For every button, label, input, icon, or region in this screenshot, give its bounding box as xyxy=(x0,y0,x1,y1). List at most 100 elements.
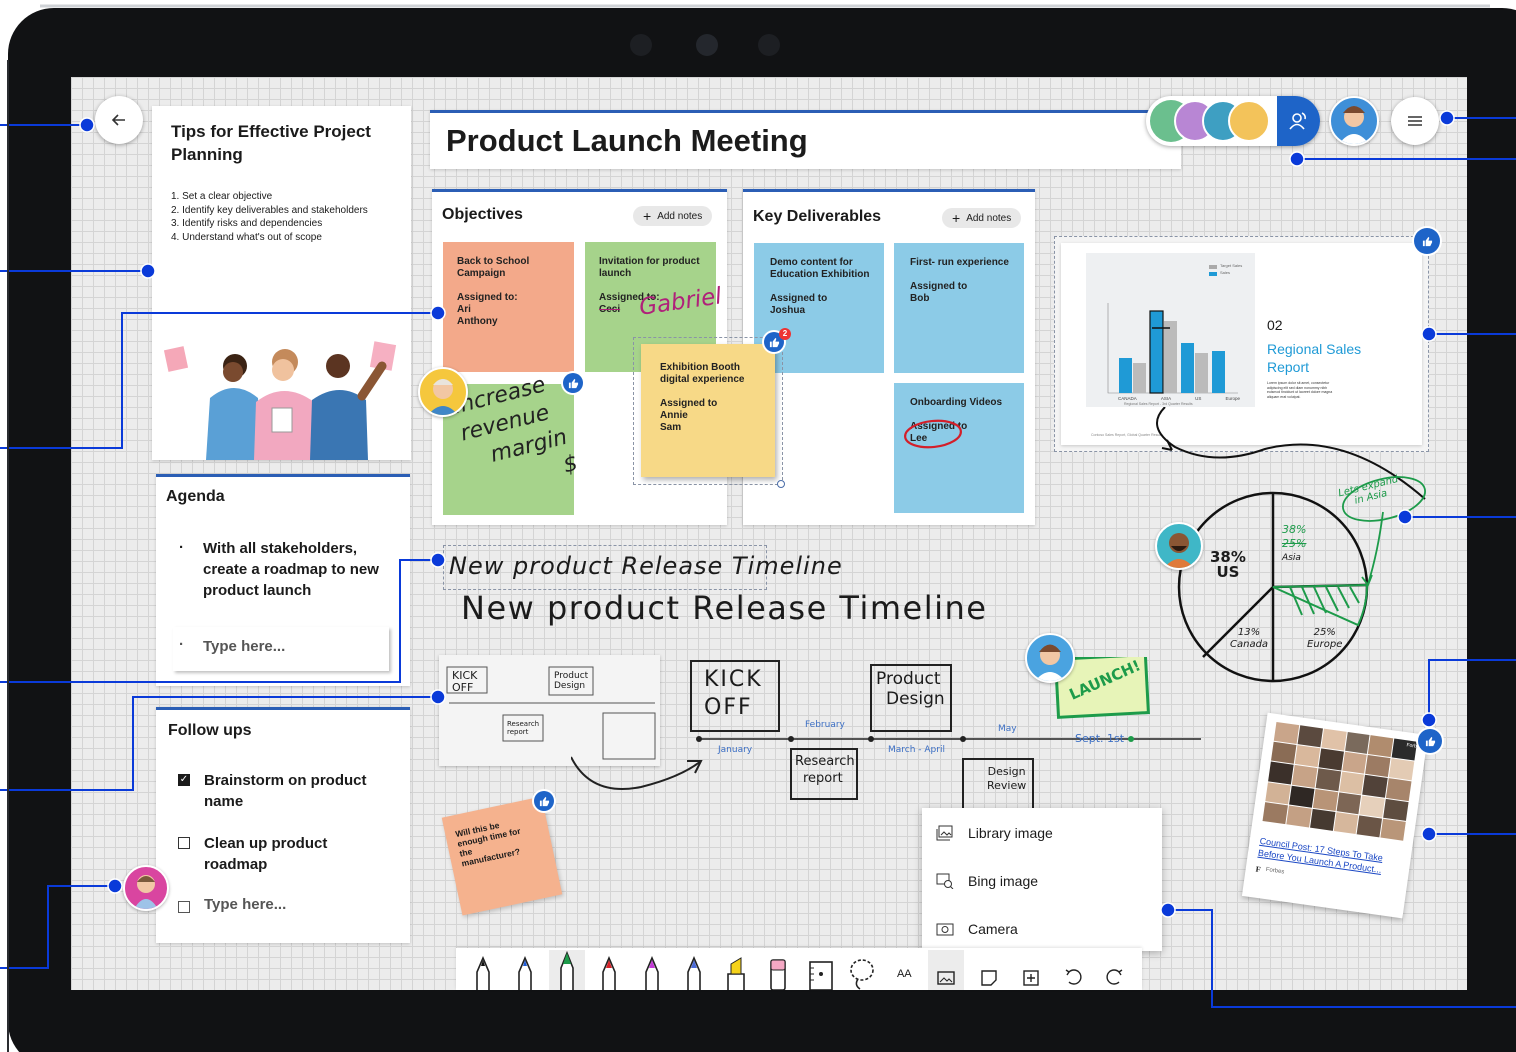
camera-icon xyxy=(936,923,954,936)
menu-label: Library image xyxy=(968,825,1053,841)
resize-handle[interactable] xyxy=(777,480,785,488)
insert-image-tool[interactable] xyxy=(928,950,965,990)
highlighter-tool[interactable] xyxy=(718,950,754,990)
whiteboard-canvas[interactable]: Tips for Effective Project Planning 1. S… xyxy=(71,77,1467,990)
sticky-note-tool[interactable] xyxy=(971,950,1007,990)
followups-title: Follow ups xyxy=(168,722,252,739)
note-title: Back to School Campaign xyxy=(457,256,530,279)
lasso-tool[interactable] xyxy=(844,950,880,990)
note-title: Onboarding Videos xyxy=(910,397,1003,408)
slide-number: 02 xyxy=(1267,317,1283,333)
tips-card[interactable]: Tips for Effective Project Planning 1. S… xyxy=(152,106,411,460)
agenda-card[interactable]: Agenda · With all stakeholders, create a… xyxy=(156,474,410,686)
pen-galaxy-tool[interactable] xyxy=(676,950,712,990)
add-frame-icon xyxy=(1022,970,1039,986)
checkbox[interactable] xyxy=(178,837,190,849)
share-people-button[interactable] xyxy=(1277,96,1320,146)
ruler-tool[interactable] xyxy=(802,950,838,990)
note-person: Joshua xyxy=(770,305,806,316)
month-label: February xyxy=(805,720,845,730)
participants-pill[interactable] xyxy=(1146,96,1320,146)
redo-button[interactable] xyxy=(1097,950,1133,990)
article-image xyxy=(1262,721,1418,841)
tips-item: 4. Understand what's out of scope xyxy=(171,231,322,243)
note-title: Demo content for Education Exhibition xyxy=(770,257,870,280)
pen-rainbow-tool[interactable] xyxy=(634,950,670,990)
meeting-title-bar[interactable]: Product Launch Meeting xyxy=(430,110,1181,169)
pen-icon xyxy=(602,956,617,990)
like-badge[interactable] xyxy=(1418,729,1442,753)
avatar[interactable] xyxy=(1025,633,1075,683)
eraser-tool[interactable] xyxy=(760,950,796,990)
checkbox-checked[interactable]: ✓ xyxy=(178,774,190,786)
agenda-item[interactable]: With all stakeholders, create a roadmap … xyxy=(203,538,383,601)
avatar[interactable] xyxy=(123,865,169,911)
followups-card[interactable]: Follow ups ✓ Brainstorm on product name … xyxy=(156,707,410,943)
menu-item-library-image[interactable]: Library image xyxy=(922,809,1162,857)
note-assigned: Assigned to xyxy=(660,398,718,409)
ink-to-text-tool[interactable]: AA xyxy=(886,950,922,990)
back-button[interactable] xyxy=(95,96,143,144)
followup-placeholder[interactable]: Type here... xyxy=(204,896,286,913)
pie-label-asia: 38% 25% Asia xyxy=(1282,523,1307,563)
add-notes-button[interactable]: + Add notes xyxy=(633,206,713,226)
bullet: · xyxy=(179,636,184,653)
note-person: Annie xyxy=(660,410,688,421)
menu-button[interactable] xyxy=(1391,97,1439,145)
menu-item-camera[interactable]: Camera xyxy=(922,905,1162,953)
agenda-input[interactable]: · Type here... xyxy=(173,627,389,671)
undo-button[interactable] xyxy=(1055,950,1091,990)
objectives-title: Objectives xyxy=(442,206,523,223)
tips-list: 1. Set a clear objective 2. Identify key… xyxy=(171,190,368,244)
pen-green-tool[interactable] xyxy=(549,950,586,990)
add-frame-tool[interactable] xyxy=(1013,950,1049,990)
sticky-note[interactable]: Will this be enough time for the manufac… xyxy=(441,796,563,916)
bing-image-icon xyxy=(936,873,954,889)
arrow-left-icon xyxy=(111,114,125,126)
note-title: Invitation for product launch xyxy=(599,256,700,279)
like-badge[interactable] xyxy=(534,791,554,811)
page-title: Product Launch Meeting xyxy=(446,123,808,158)
pen-red-tool[interactable] xyxy=(591,950,627,990)
highlighter-icon xyxy=(727,957,745,990)
like-badge[interactable] xyxy=(1414,228,1440,254)
slide-chart: Target Sales Sales CANADA ASIA US Europe Re… xyxy=(1086,253,1255,407)
avatar[interactable] xyxy=(1155,522,1203,570)
timeline-review: Design Review xyxy=(987,765,1027,792)
add-notes-label: Add notes xyxy=(657,210,703,222)
note-person: Bob xyxy=(910,293,930,304)
redo-icon xyxy=(1106,969,1123,985)
tips-item: 2. Identify key deliverables and stakeho… xyxy=(171,204,368,216)
photo-research: Research report xyxy=(507,720,540,736)
inking-toolbar[interactable]: AA xyxy=(456,948,1142,990)
tips-item: 3. Identify risks and dependencies xyxy=(171,218,323,229)
sticky-note[interactable]: First- run experience Assigned to Bob xyxy=(894,243,1024,373)
note-person: Sam xyxy=(660,422,682,433)
agenda-title: Agenda xyxy=(166,488,225,505)
tips-title: Tips for Effective Project Planning xyxy=(171,122,371,164)
sticky-note[interactable]: Onboarding Videos Assigned to Lee xyxy=(894,383,1024,513)
followup-item: Brainstorm on product name xyxy=(204,772,367,810)
menu-item-bing-image[interactable]: Bing image xyxy=(922,857,1162,905)
sticky-note-selected[interactable]: Exhibition Booth digital experience Assi… xyxy=(641,344,775,477)
article-card[interactable]: Forbes Council Post: 17 Steps To Take Be… xyxy=(1241,712,1429,919)
pen-black-tool[interactable] xyxy=(465,950,501,990)
like-badge[interactable] xyxy=(563,373,583,393)
timeline-research: Research report xyxy=(795,754,855,786)
hamburger-icon xyxy=(1408,116,1422,126)
note-assigned: Assigned to xyxy=(770,293,828,304)
thumbs-up-icon xyxy=(539,796,549,806)
checkbox[interactable] xyxy=(178,901,190,913)
current-user-avatar[interactable] xyxy=(1329,96,1379,146)
add-notes-button[interactable]: + Add notes xyxy=(942,208,1022,228)
insert-image-menu[interactable]: Library image Bing image Camera xyxy=(922,808,1162,951)
month-label: January xyxy=(718,745,753,755)
article-source: Forbes xyxy=(1265,866,1285,876)
bullet: · xyxy=(179,539,184,556)
photo-kickoff: KICK OFF xyxy=(452,669,478,694)
sticky-note[interactable]: Back to School Campaign Assigned to: Ari… xyxy=(443,242,574,372)
note-text: Will this be enough time for the manufac… xyxy=(454,819,522,869)
avatar[interactable] xyxy=(418,367,468,417)
pen-blue-tool[interactable] xyxy=(507,950,543,990)
image-icon xyxy=(937,971,956,985)
